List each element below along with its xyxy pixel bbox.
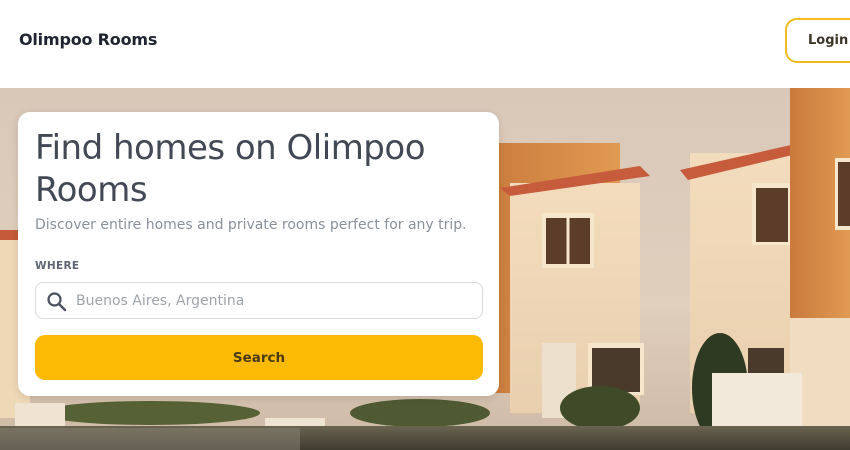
- search-button[interactable]: Search: [35, 335, 483, 380]
- brand-logo-text[interactable]: Olimpoo Rooms: [19, 30, 157, 49]
- search-card: Find homes on Olimpoo Rooms Discover ent…: [18, 112, 499, 396]
- where-label: WHERE: [35, 260, 80, 272]
- top-navbar: Olimpoo Rooms Login: [0, 0, 850, 88]
- location-search-field[interactable]: [35, 282, 483, 319]
- hero-subtitle: Discover entire homes and private rooms …: [35, 217, 467, 233]
- location-search-input[interactable]: [76, 283, 476, 318]
- search-icon: [46, 291, 67, 312]
- login-button[interactable]: Login: [785, 18, 850, 63]
- hero-title: Find homes on Olimpoo Rooms: [35, 128, 426, 210]
